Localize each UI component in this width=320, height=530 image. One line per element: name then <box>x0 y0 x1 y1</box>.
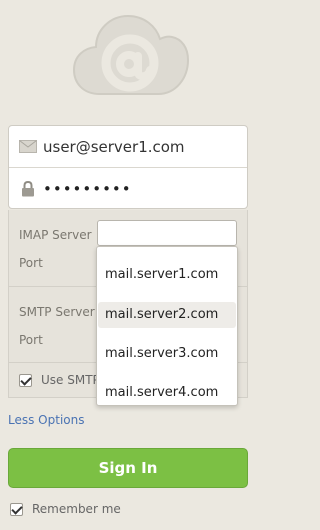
imap-server-label: IMAP Server <box>19 228 92 242</box>
credentials-card: user@server1.com ••••••••• <box>8 125 248 209</box>
password-value: ••••••••• <box>43 180 132 198</box>
dropdown-item[interactable]: mail.server4.com <box>98 380 236 406</box>
envelope-icon <box>9 140 37 153</box>
dropdown-item[interactable]: mail.server2.com <box>98 302 236 328</box>
sign-in-button[interactable]: Sign In <box>8 448 248 488</box>
lock-icon <box>9 181 37 197</box>
imap-port-label: Port <box>19 256 43 270</box>
remember-me-label: Remember me <box>32 502 121 516</box>
email-value: user@server1.com <box>43 137 185 156</box>
password-field[interactable]: ••••••••• <box>9 168 247 210</box>
dropdown-item[interactable]: mail.server3.com <box>98 341 236 367</box>
email-field[interactable]: user@server1.com <box>9 126 247 168</box>
dropdown-item[interactable]: mail.server1.com <box>98 262 236 288</box>
imap-server-input[interactable] <box>97 220 237 246</box>
use-smtp-label: Use SMTP <box>41 373 100 387</box>
smtp-port-label: Port <box>19 333 43 347</box>
check-icon <box>10 502 23 516</box>
use-smtp-checkbox[interactable]: Use SMTP <box>19 373 100 387</box>
cloud-at-icon <box>72 14 190 95</box>
less-options-link[interactable]: Less Options <box>8 413 84 427</box>
server-suggestions-dropdown: mail.server1.com mail.server2.com mail.s… <box>96 246 238 406</box>
remember-me-checkbox[interactable]: Remember me <box>10 502 121 516</box>
smtp-server-label: SMTP Server <box>19 305 95 319</box>
check-icon <box>19 373 32 387</box>
